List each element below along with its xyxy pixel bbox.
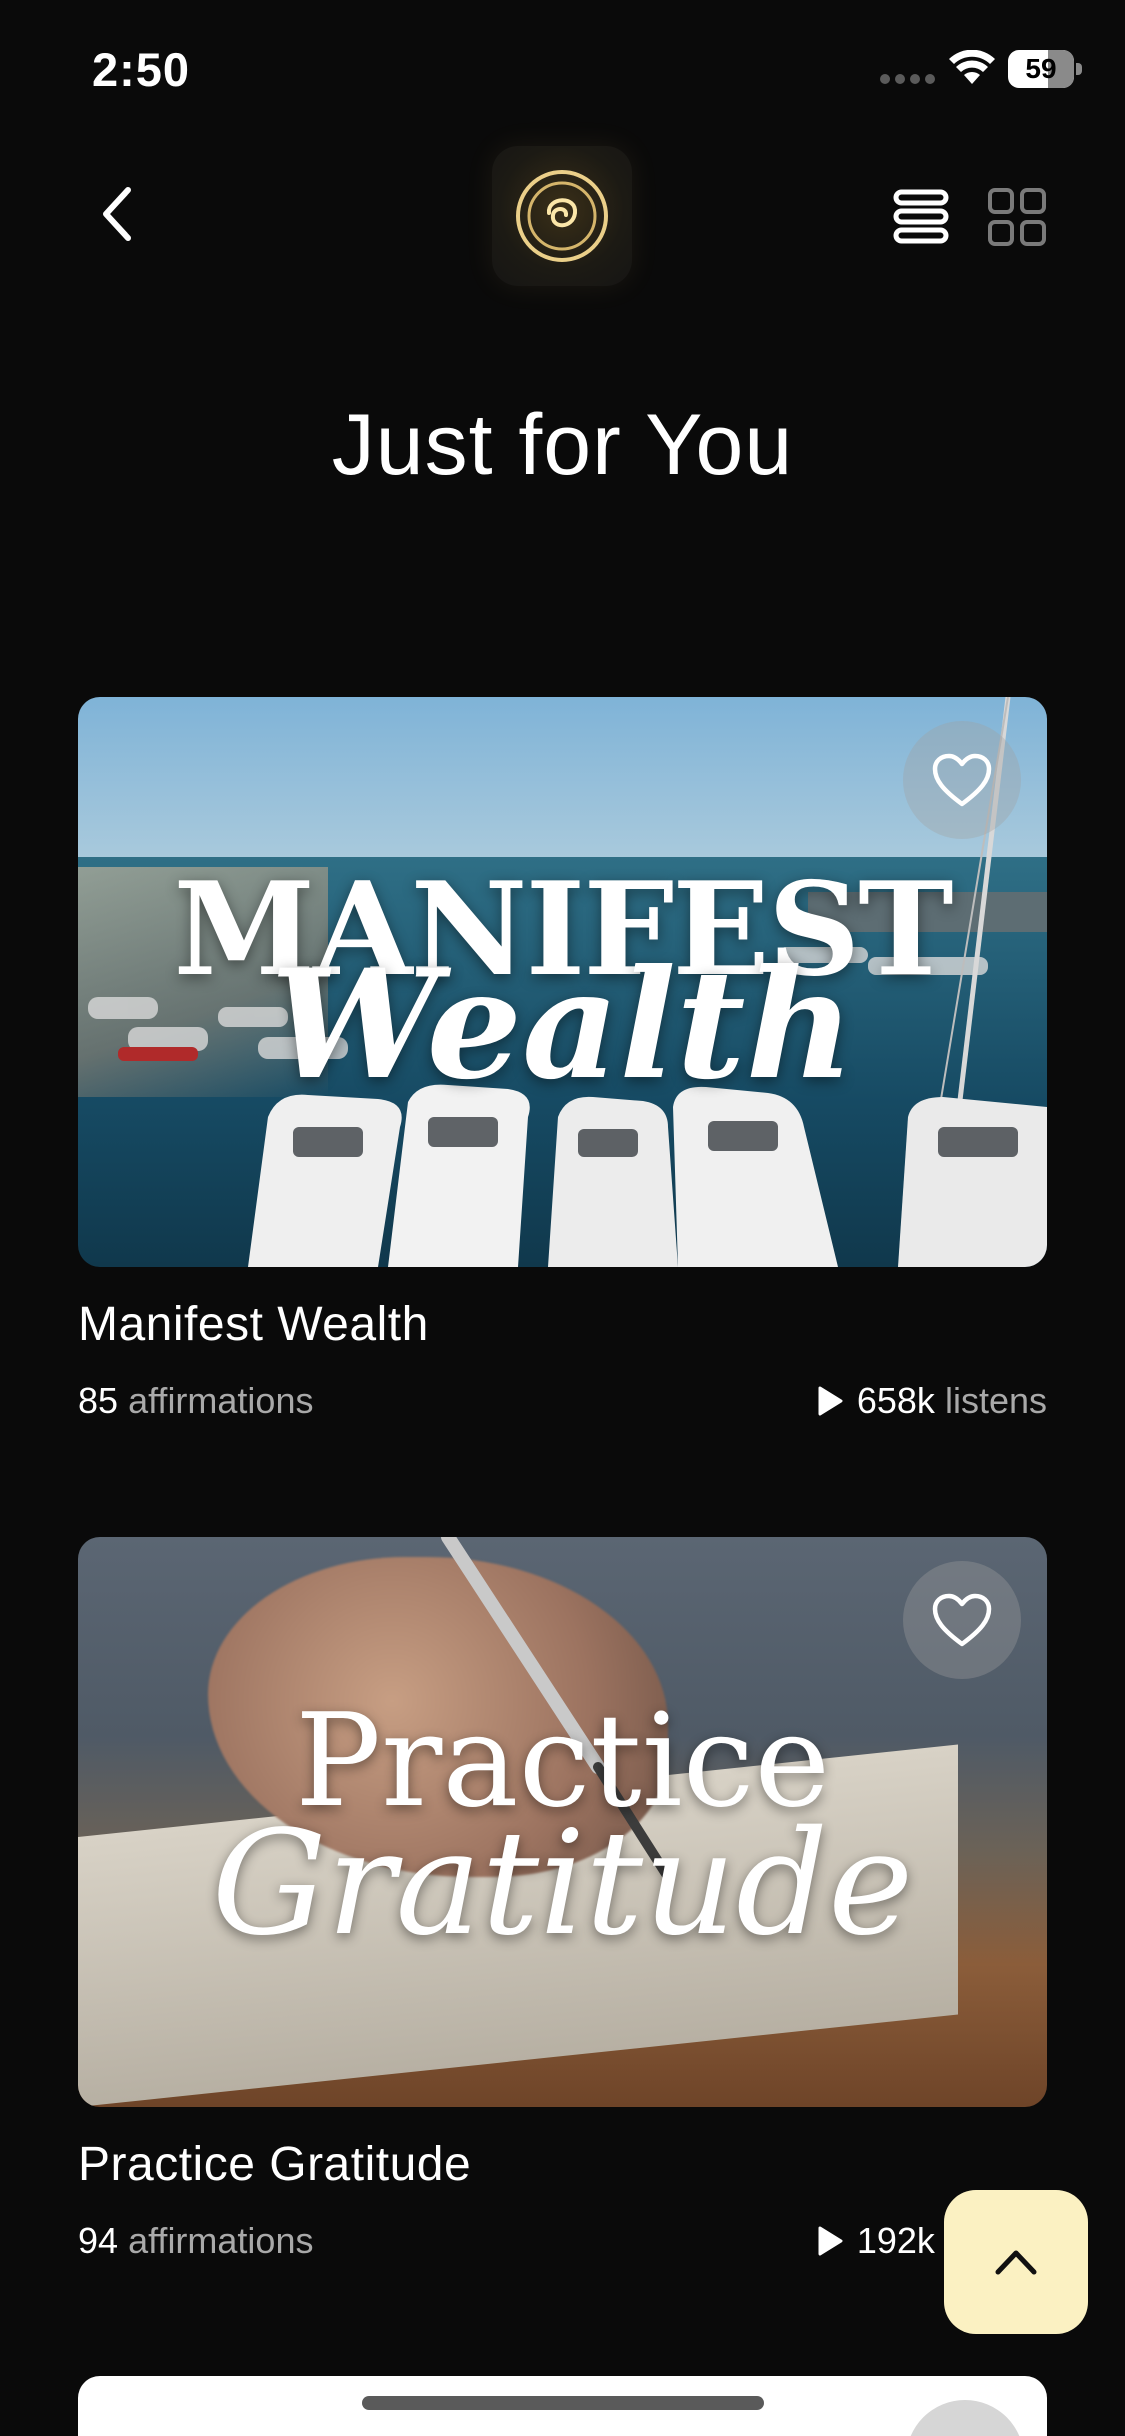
- wifi-icon: [949, 50, 995, 84]
- listen-count: 658k listens: [817, 1380, 1047, 1422]
- glowing-circle-logo-icon: [516, 170, 608, 262]
- card-image-text-line2: Gratitude: [211, 1799, 914, 1967]
- grid-view-icon: [988, 188, 1046, 246]
- status-time: 2:50: [92, 43, 191, 96]
- heart-icon: [932, 1593, 992, 1647]
- play-icon: [818, 1386, 843, 1416]
- card-image[interactable]: MANIFEST Wealth: [78, 697, 1047, 1267]
- back-button[interactable]: [82, 178, 154, 250]
- list-view-icon: [893, 189, 949, 244]
- card-image[interactable]: Practice Gratitude: [78, 1537, 1047, 2107]
- app-logo: [492, 146, 632, 286]
- scroll-to-top-button[interactable]: [944, 2190, 1088, 2334]
- collection-card-manifest-wealth[interactable]: MANIFEST Wealth Manifest Wealth 85 affir…: [78, 697, 1047, 1422]
- collection-card-practice-gratitude[interactable]: Practice Gratitude Practice Gratitude 94…: [78, 1537, 1047, 2262]
- card-meta: 94 affirmations 192k listens: [78, 2220, 1047, 2262]
- card-title: Practice Gratitude: [78, 2138, 472, 2191]
- affirmation-count: 85 affirmations: [78, 1380, 314, 1421]
- cellular-signal-icon: [880, 74, 936, 84]
- chevron-up-icon: [995, 2250, 1037, 2275]
- list-view-button[interactable]: [888, 184, 954, 250]
- page-title: Just for You: [331, 397, 794, 493]
- favorite-button[interactable]: [903, 721, 1021, 839]
- status-bar: 2:50 59: [0, 0, 1125, 140]
- card-meta: 85 affirmations 658k listens: [78, 1380, 1047, 1422]
- play-icon: [818, 2226, 843, 2256]
- favorite-button[interactable]: [903, 1561, 1021, 1679]
- battery-icon: 59: [1008, 50, 1082, 88]
- affirmation-count: 94 affirmations: [78, 2220, 314, 2261]
- card-title: Manifest Wealth: [78, 1298, 429, 1351]
- card-image-text-line2: Wealth: [270, 937, 855, 1113]
- grid-view-button[interactable]: [984, 184, 1050, 250]
- home-indicator: [362, 2396, 764, 2410]
- battery-level: 59: [1025, 53, 1057, 84]
- heart-icon: [932, 753, 992, 807]
- chevron-left-icon: [103, 187, 131, 241]
